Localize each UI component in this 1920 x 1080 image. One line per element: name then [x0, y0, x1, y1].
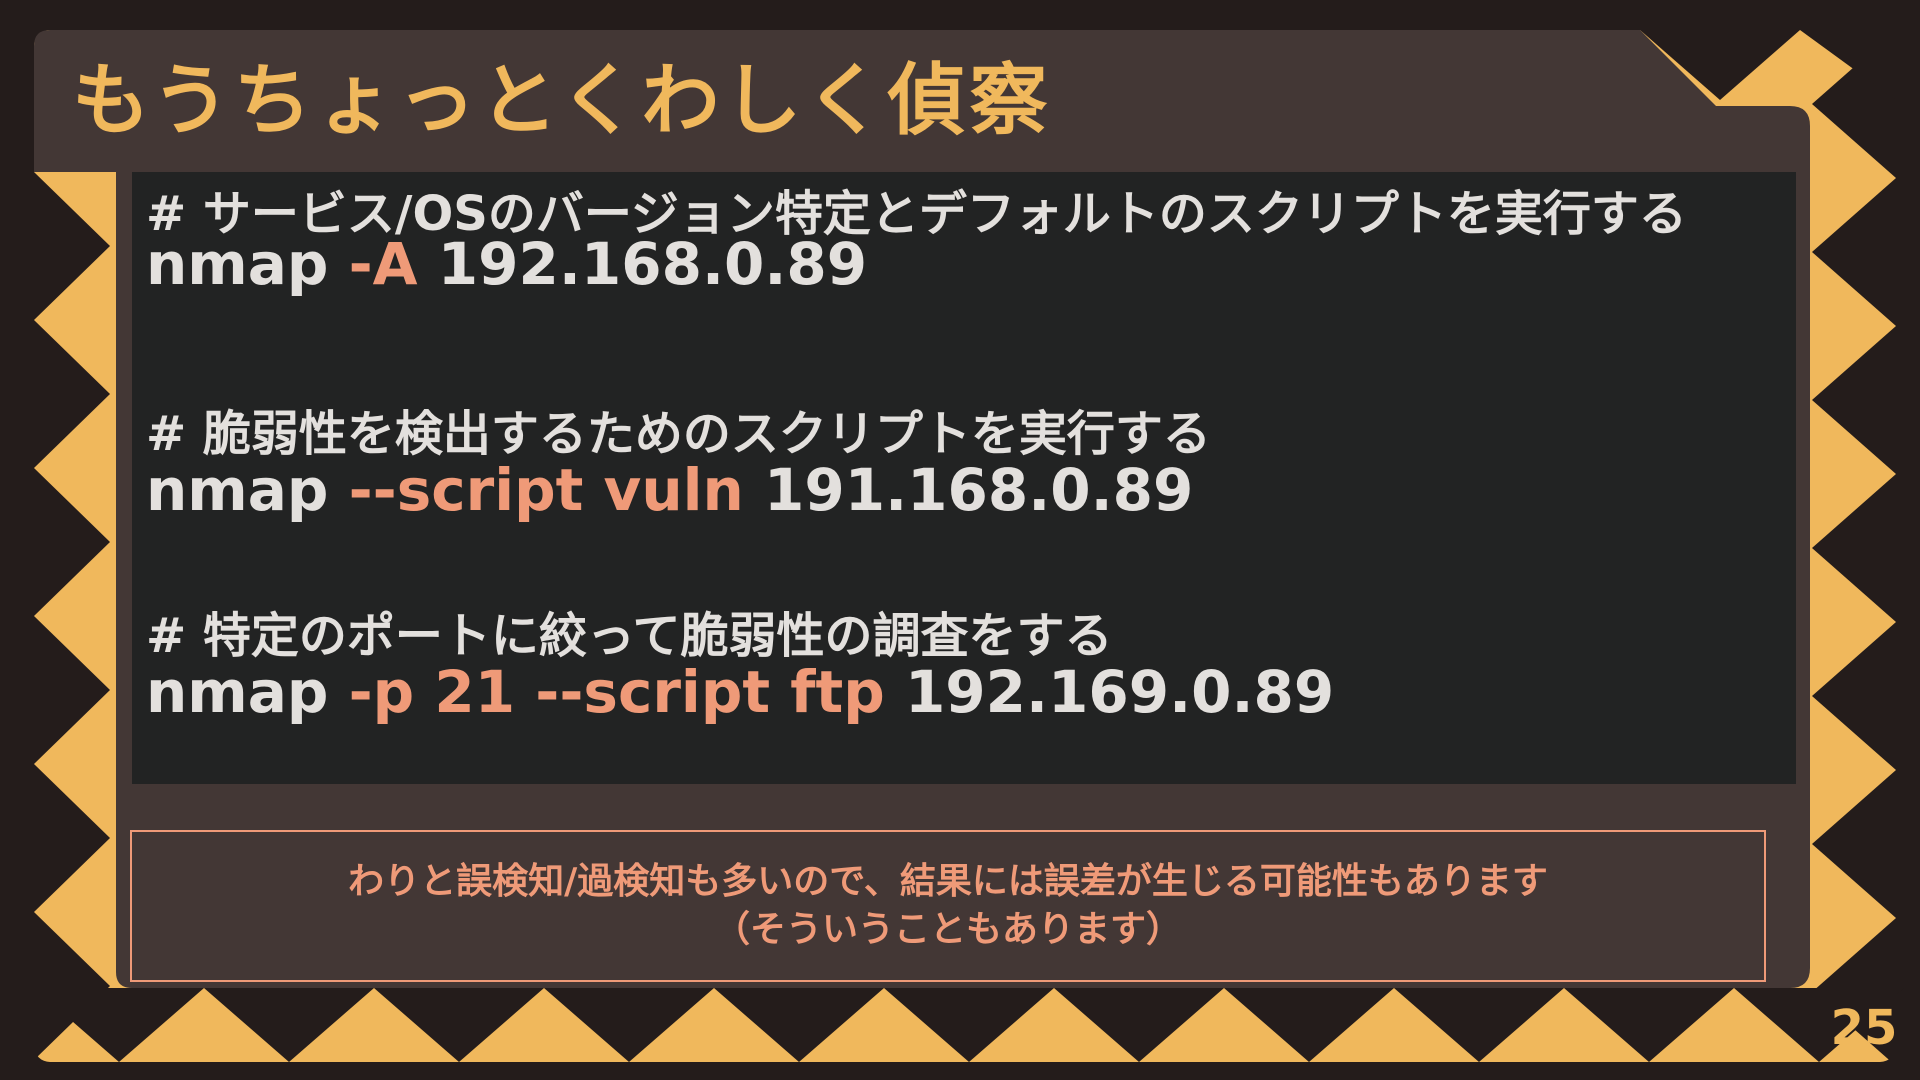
- command-option: -A: [348, 230, 418, 298]
- command-name: nmap: [146, 658, 329, 726]
- note-line-1: わりと誤検知/過検知も多いので、結果には誤差が生じる可能性もあります: [348, 861, 1548, 902]
- slide-title: もうちょっとくわしく偵察: [72, 56, 1052, 146]
- code-comment-3: # 特定のポートに絞って脆弱性の調査をする: [146, 608, 1113, 664]
- code-command-3: nmap -p 21 --script ftp 192.169.0.89: [146, 658, 1334, 726]
- command-option: --script vuln: [348, 456, 744, 524]
- command-name: nmap: [146, 456, 329, 524]
- slide: もうちょっとくわしく偵察 # サービス/OSのバージョン特定とデフォルトのスクリ…: [0, 0, 1920, 1080]
- command-target: 191.168.0.89: [764, 456, 1194, 524]
- code-comment-2: # 脆弱性を検出するためのスクリプトを実行する: [146, 406, 1211, 462]
- command-target: 192.169.0.89: [904, 658, 1335, 726]
- code-block: # サービス/OSのバージョン特定とデフォルトのスクリプトを実行する nmap …: [132, 172, 1796, 784]
- command-option: -p 21 --script ftp: [348, 658, 885, 726]
- note-callout: わりと誤検知/過検知も多いので、結果には誤差が生じる可能性もあります （そういう…: [130, 830, 1766, 982]
- command-name: nmap: [146, 230, 329, 298]
- note-line-2: （そういうこともあります）: [713, 909, 1182, 950]
- page-number: 25: [1830, 1000, 1898, 1056]
- code-command-2: nmap --script vuln 191.168.0.89: [146, 456, 1193, 524]
- code-command-1: nmap -A 192.168.0.89: [146, 230, 867, 298]
- command-target: 192.168.0.89: [437, 230, 868, 298]
